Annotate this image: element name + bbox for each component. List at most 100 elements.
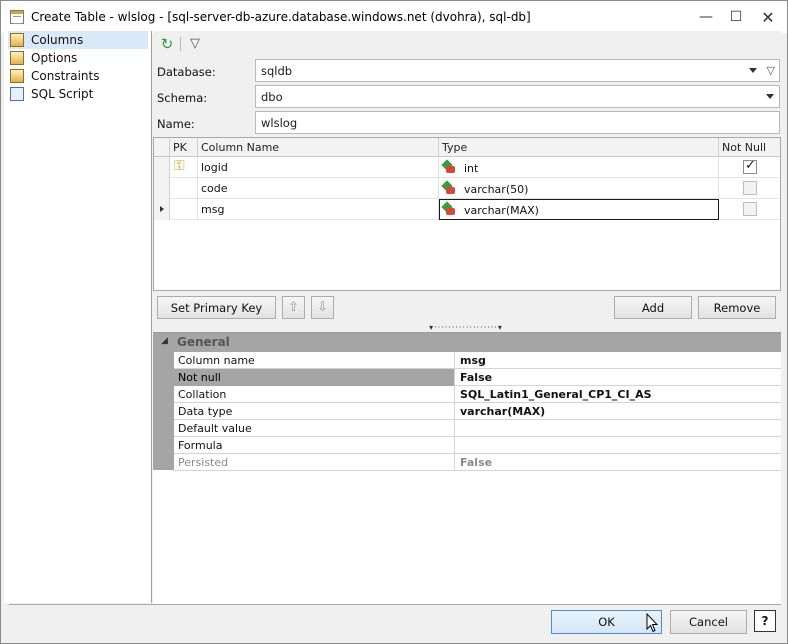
move-down-button[interactable]: ⇩ bbox=[311, 296, 334, 319]
database-label: Database: bbox=[157, 65, 216, 79]
property-gutter bbox=[153, 352, 174, 470]
property-name: Persisted bbox=[174, 454, 455, 471]
cancel-button[interactable]: Cancel bbox=[670, 610, 747, 634]
property-name: Default value bbox=[174, 420, 455, 437]
chevron-down-icon[interactable] bbox=[766, 94, 774, 99]
schema-label: Schema: bbox=[157, 91, 208, 105]
help-button[interactable]: ? bbox=[754, 610, 776, 632]
footer-divider bbox=[9, 604, 781, 605]
current-row-icon bbox=[160, 206, 164, 212]
constraints-icon bbox=[10, 69, 24, 83]
move-up-button[interactable]: ⇧ bbox=[282, 296, 305, 319]
table-row[interactable]: msg varchar(MAX) bbox=[154, 199, 780, 220]
row-header[interactable] bbox=[154, 157, 170, 178]
category-label: General bbox=[177, 335, 230, 349]
property-name: Formula bbox=[174, 437, 455, 454]
toolbar: ↻ ▽ bbox=[153, 31, 781, 57]
maximize-button[interactable]: ☐ bbox=[721, 1, 751, 33]
table-icon bbox=[10, 10, 24, 24]
section-nav: Columns Options Constraints SQL Script bbox=[4, 31, 152, 603]
property-value[interactable] bbox=[456, 420, 781, 437]
property-row[interactable]: Not null False bbox=[174, 369, 781, 386]
collapse-icon[interactable]: ◢ bbox=[161, 336, 168, 346]
property-value[interactable]: varchar(MAX) bbox=[456, 403, 781, 420]
header-not-null[interactable]: Not Null bbox=[719, 138, 780, 157]
type-value: varchar(MAX) bbox=[464, 204, 539, 217]
grid-header: PK Column Name Type Not Null bbox=[154, 138, 780, 157]
not-null-cell bbox=[719, 178, 780, 199]
refresh-icon[interactable]: ↻ bbox=[159, 36, 175, 52]
nav-item-label: Constraints bbox=[31, 69, 100, 83]
close-button[interactable]: ✕ bbox=[753, 1, 783, 33]
nav-item-sql-script[interactable]: SQL Script bbox=[8, 85, 148, 103]
create-table-dialog: Create Table - wlslog - [sql-server-db-a… bbox=[0, 0, 788, 644]
column-name-cell[interactable]: code bbox=[198, 178, 439, 199]
header-column-name[interactable]: Column Name bbox=[198, 138, 439, 157]
toolbar-separator bbox=[180, 37, 181, 51]
type-value: varchar(50) bbox=[464, 183, 529, 196]
header-type[interactable]: Type bbox=[439, 138, 719, 157]
property-name: Collation bbox=[174, 386, 455, 403]
options-icon bbox=[10, 51, 24, 65]
set-primary-key-button[interactable]: Set Primary Key bbox=[157, 296, 276, 319]
name-value: wlslog bbox=[261, 116, 298, 130]
data-type-icon bbox=[442, 182, 456, 195]
type-cell[interactable]: int bbox=[439, 157, 719, 178]
not-null-checkbox[interactable] bbox=[743, 158, 757, 174]
pk-cell[interactable]: ⚿ bbox=[170, 157, 198, 178]
pk-cell[interactable] bbox=[170, 199, 198, 220]
nav-item-label: Columns bbox=[31, 33, 84, 47]
pk-cell[interactable] bbox=[170, 178, 198, 199]
schema-select[interactable]: dbo bbox=[255, 85, 780, 108]
chevron-down-icon[interactable] bbox=[749, 68, 757, 73]
property-row[interactable]: Default value bbox=[174, 420, 781, 437]
data-type-icon bbox=[442, 161, 456, 174]
not-null-checkbox[interactable] bbox=[743, 202, 757, 216]
filter-icon[interactable]: ▽ bbox=[187, 36, 203, 52]
column-name-cell[interactable]: logid bbox=[198, 157, 439, 178]
property-row: Persisted False bbox=[174, 454, 781, 471]
property-value[interactable]: msg bbox=[456, 352, 781, 369]
not-null-cell bbox=[719, 199, 780, 220]
property-row[interactable]: Data type varchar(MAX) bbox=[174, 403, 781, 420]
not-null-checkbox[interactable] bbox=[743, 181, 757, 195]
database-select[interactable]: sqldb ▽ bbox=[255, 59, 780, 82]
name-input[interactable]: wlslog bbox=[255, 111, 780, 134]
property-row[interactable]: Column name msg bbox=[174, 352, 781, 369]
nav-item-constraints[interactable]: Constraints bbox=[8, 67, 148, 85]
filter-icon[interactable]: ▽ bbox=[767, 64, 775, 77]
columns-icon bbox=[10, 33, 24, 47]
category-header[interactable]: ◢ General bbox=[153, 333, 781, 352]
property-row[interactable]: Collation SQL_Latin1_General_CP1_CI_AS bbox=[174, 386, 781, 403]
property-value[interactable] bbox=[456, 437, 781, 454]
window-title: Create Table - wlslog - [sql-server-db-a… bbox=[31, 10, 531, 24]
table-row[interactable]: code varchar(50) bbox=[154, 178, 780, 199]
mouse-cursor-icon bbox=[646, 613, 658, 633]
type-value: int bbox=[464, 162, 479, 175]
header-pk[interactable]: PK bbox=[170, 138, 198, 157]
table-row[interactable]: ⚿ logid int bbox=[154, 157, 780, 178]
nav-item-options[interactable]: Options bbox=[8, 49, 148, 67]
panel-splitter[interactable]: ▾··················▾ bbox=[409, 323, 523, 332]
property-value: False bbox=[460, 456, 493, 469]
database-value: sqldb bbox=[261, 64, 293, 78]
title-bar: Create Table - wlslog - [sql-server-db-a… bbox=[1, 1, 787, 33]
row-header-corner bbox=[154, 138, 170, 157]
schema-value: dbo bbox=[261, 90, 283, 104]
property-grid: ◢ General Column name msg Not null False… bbox=[153, 332, 781, 604]
nav-item-columns[interactable]: Columns bbox=[8, 31, 148, 49]
column-name-cell[interactable]: msg bbox=[198, 199, 439, 220]
property-value[interactable]: False bbox=[456, 369, 781, 386]
add-button[interactable]: Add bbox=[614, 296, 692, 319]
type-cell[interactable]: varchar(MAX) bbox=[439, 199, 719, 220]
property-value[interactable]: SQL_Latin1_General_CP1_CI_AS bbox=[456, 386, 781, 403]
data-type-icon bbox=[442, 203, 456, 216]
property-row[interactable]: Formula bbox=[174, 437, 781, 454]
minimize-button[interactable]: — bbox=[691, 1, 721, 33]
remove-button[interactable]: Remove bbox=[698, 296, 776, 319]
row-header[interactable] bbox=[154, 178, 170, 199]
sql-script-icon bbox=[10, 87, 24, 101]
name-label: Name: bbox=[157, 117, 195, 131]
type-cell[interactable]: varchar(50) bbox=[439, 178, 719, 199]
row-header[interactable] bbox=[154, 199, 170, 220]
